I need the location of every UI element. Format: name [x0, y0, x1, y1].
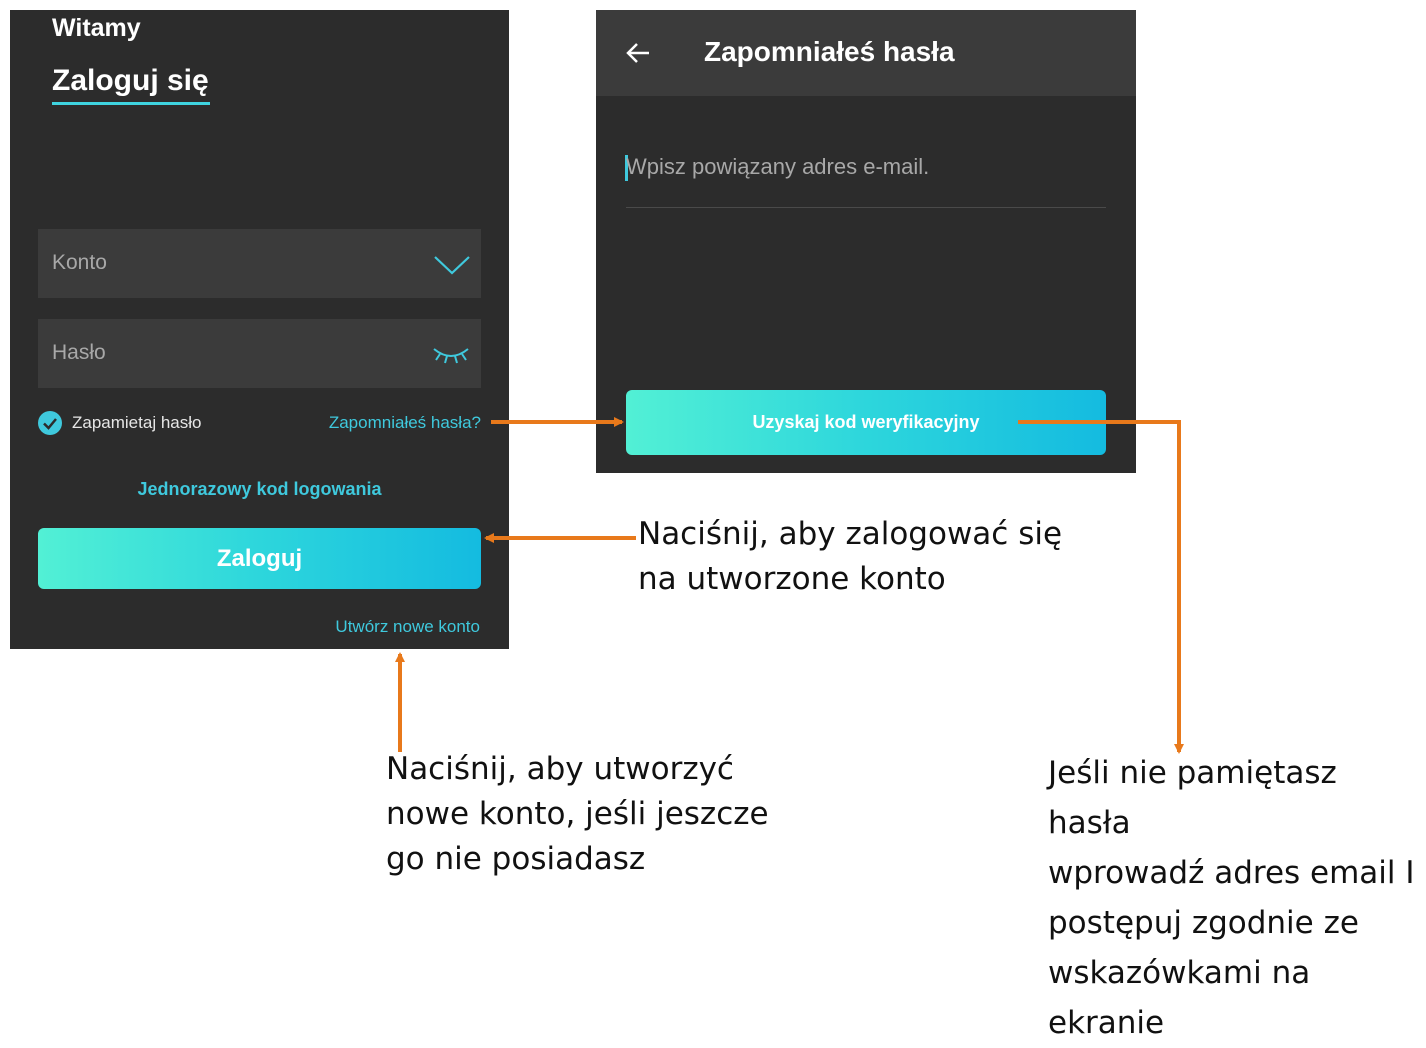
- forgot-annotation-line: Jeśli nie pamiętasz hasła: [1048, 755, 1337, 841]
- forgot-annotation-line: wprowadź adres email I: [1048, 855, 1415, 891]
- forgot-password-annotation: Jeśli nie pamiętasz hasła wprowadź adres…: [1048, 748, 1426, 1048]
- login-annotation-line: na utworzone konto: [638, 561, 946, 597]
- create-account-annotation: Naciśnij, aby utworzyć nowe konto, jeśli…: [386, 747, 769, 882]
- forgot-annotation-line: postępuj zgodnie ze: [1048, 905, 1359, 941]
- login-annotation-line: Naciśnij, aby zalogować się: [638, 516, 1063, 552]
- create-annotation-line: Naciśnij, aby utworzyć: [386, 751, 734, 787]
- create-annotation-line: nowe konto, jeśli jeszcze: [386, 796, 769, 832]
- create-annotation-line: go nie posiadasz: [386, 841, 646, 877]
- forgot-annotation-line: wskazówkami na ekranie: [1048, 955, 1311, 1041]
- login-annotation: Naciśnij, aby zalogować się na utworzone…: [638, 512, 1062, 602]
